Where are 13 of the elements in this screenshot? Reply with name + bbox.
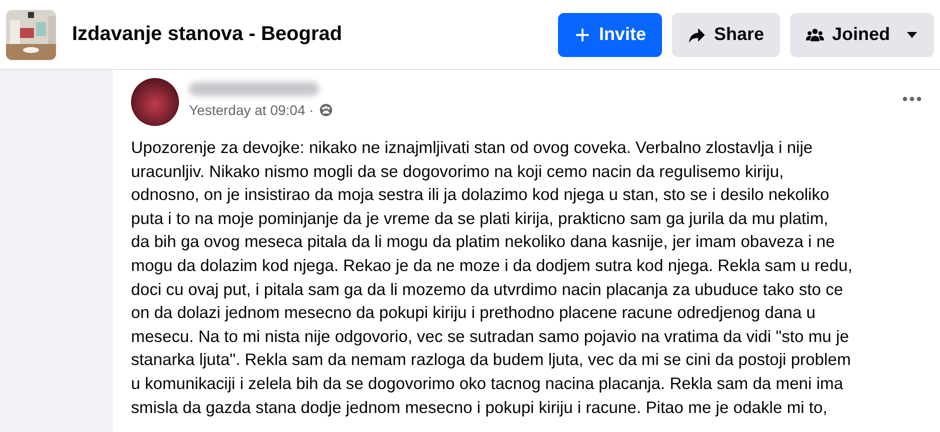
share-arrow-icon <box>688 26 706 44</box>
avatar[interactable] <box>131 78 179 126</box>
joined-button[interactable]: Joined <box>790 12 934 56</box>
caret-icon <box>906 30 918 38</box>
plus-icon <box>574 26 591 44</box>
more-options-icon[interactable] <box>902 96 922 102</box>
group-icon <box>318 103 333 117</box>
post-time[interactable]: Yesterday at 09:04 · <box>189 102 314 118</box>
people-icon <box>806 26 824 44</box>
share-button[interactable]: Share <box>672 12 780 56</box>
post-text: Upozorenje za devojke: nikako ne iznajmljivati stan od ovog coveka. Verbalno zlostavlja i nije uracunljiv. Nikako nismo mogli da se dogovorimo na koji cemo nacin da regulisemo kiriju, odnosno, on je insistirao da moja sestra ili ja dolazimo kod njega u stan, sto se i desilo nekoliko puta i to na moje pominjanje da je vreme da se plati kirija, prakticno sam ga jurila da mu platim, da bih ga ovog meseca pitala da li mogu da platim nekoliko dana kasnije, jer imam obaveza i ne mogu da dolazim kod njega. Rekao je da ne moze i da dodjem sutra kod njega. Rekla sam u redu, doci cu ovaj put, i pitala sam ga da li mozemo da utvrdimo nacin placanja za ubuduce tako sto ce on da dolazi jednom mesecno da pokupi kiriju i prethodno placene racune odredjenog dana u mesecu. Na to mi nista nije odgovorio, vec se sutradan samo pojavio na vratima da vidi "sto mu je stanarka ljuta". Rekla sam da nemam razloga da budem ljuta, vec da mi se cini da postoji problem u komunikaciji i zelela bih da se dogovorimo oko tacnog nacina placanja. Rekla sam da meni ima smisla da gazda stana dodje jednom mesecno i pokupi kiriju i racune. Pitao me je odakle mi to, <box>131 137 852 419</box>
group-name: Izdavanje stanova - Beograd <box>72 23 344 46</box>
invite-button[interactable]: Invite <box>558 12 662 56</box>
